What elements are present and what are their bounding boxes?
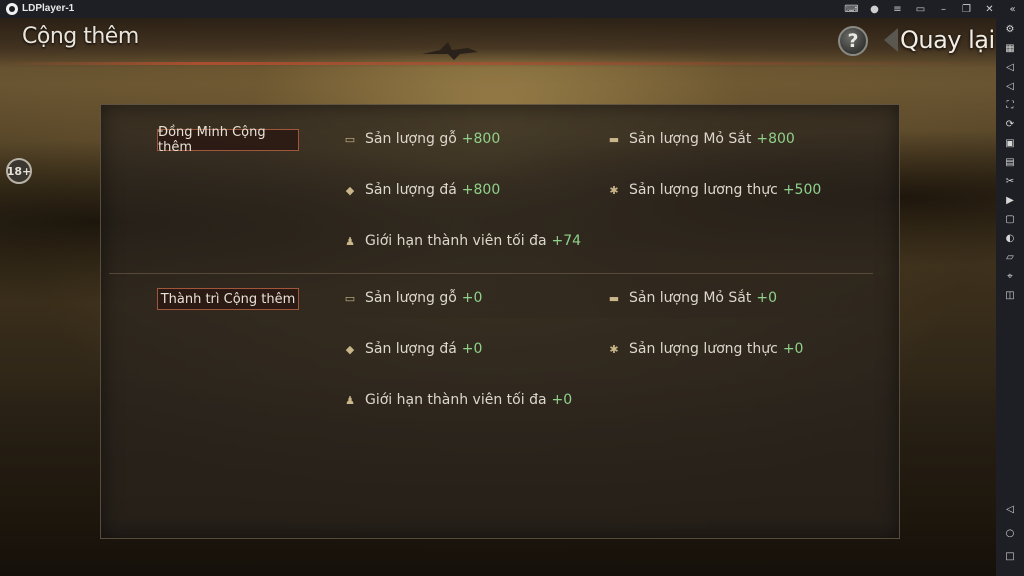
stat-value: +800	[756, 131, 795, 147]
section-label-alliance: Đồng Minh Cộng thêm	[157, 125, 299, 155]
emulator-side-toolbar: ⚙ ▦ ◁ ◁ ⛶ ⟳ ▣ ▤ ✂ ▶ ▢ ◐ ▱ ⌖ ◫ ◁ ○ □	[996, 18, 1024, 576]
question-icon: ?	[847, 30, 859, 52]
ldplayer-logo-icon	[6, 3, 18, 15]
stat-value: +0	[461, 341, 483, 357]
minimize-icon[interactable]: –	[932, 0, 955, 18]
stone-icon: ◆	[345, 183, 355, 197]
stat-label: Giới hạn thành viên tối đa	[365, 233, 547, 249]
back-button[interactable]: Quay lại	[884, 22, 995, 58]
screen-icon[interactable]: ▭	[909, 0, 932, 18]
operation-icon[interactable]: ◐	[1003, 231, 1017, 245]
stat-value: +0	[782, 341, 804, 357]
stat-label: Sản lượng lương thực	[629, 341, 778, 357]
wheat-icon: ✱	[609, 342, 619, 356]
section-label-castle: Thành trì Cộng thêm	[157, 288, 299, 310]
stat-alliance-stone: ◆ Sản lượng đá +800	[341, 179, 500, 201]
sync-icon[interactable]: ⟳	[1003, 117, 1017, 131]
stat-alliance-wood: ▭ Sản lượng gỗ +800	[341, 128, 500, 150]
stat-value: +0	[551, 392, 573, 408]
age-rating-badge: 18+	[6, 158, 32, 184]
stat-castle-stone: ◆ Sản lượng đá +0	[341, 338, 483, 360]
volume-up-icon[interactable]: ◁	[1003, 60, 1017, 74]
stat-label: Giới hạn thành viên tối đa	[365, 392, 547, 408]
resize-icon[interactable]: ⛶	[1003, 98, 1017, 112]
screenshot-icon[interactable]: ▢	[1003, 212, 1017, 226]
stat-label: Sản lượng Mỏ Sắt	[629, 290, 752, 306]
stat-alliance-iron: ▬ Sản lượng Mỏ Sắt +800	[605, 128, 795, 150]
volume-down-icon[interactable]: ◁	[1003, 79, 1017, 93]
stat-label: Sản lượng gỗ	[365, 131, 457, 147]
settings-icon[interactable]: ⚙	[1003, 22, 1017, 36]
stat-value: +0	[756, 290, 778, 306]
keyboard-icon[interactable]: ▦	[1003, 41, 1017, 55]
close-icon[interactable]: ✕	[978, 0, 1001, 18]
apk-icon[interactable]: ▣	[1003, 136, 1017, 150]
folder-icon[interactable]: ▱	[1003, 250, 1017, 264]
stat-castle-members: ♟ Giới hạn thành viên tối đa +0	[341, 389, 572, 411]
anvil-icon: ▬	[608, 132, 620, 146]
stat-label: Sản lượng lương thực	[629, 182, 778, 198]
stat-value: +800	[461, 182, 501, 198]
stat-label: Sản lượng Mỏ Sắt	[629, 131, 752, 147]
stat-value: +0	[461, 290, 483, 306]
help-button[interactable]: ?	[838, 26, 868, 56]
stat-alliance-members: ♟ Giới hạn thành viên tối đa +74	[341, 230, 581, 252]
stat-value: +500	[782, 182, 822, 198]
record-icon[interactable]: ▶	[1003, 193, 1017, 207]
stat-value: +74	[551, 233, 582, 249]
members-icon: ♟	[345, 234, 355, 248]
multi-instance-icon[interactable]: ▤	[1003, 155, 1017, 169]
emulator-title-bar: LDPlayer-1 ⌨ ● ≡ ▭ – ❐ ✕ «	[0, 0, 1024, 18]
home-nav-icon[interactable]: ○	[1003, 526, 1017, 540]
recent-apps-icon[interactable]: □	[1003, 549, 1017, 563]
stat-value: +800	[461, 131, 501, 147]
wood-icon: ▭	[344, 132, 356, 146]
top-banner-accent	[0, 62, 996, 65]
stat-label: Sản lượng gỗ	[365, 290, 457, 306]
page-title: Cộng thêm	[22, 24, 139, 49]
wood-icon: ▭	[344, 291, 356, 305]
stat-label: Sản lượng đá	[365, 341, 457, 357]
scissors-icon[interactable]: ✂	[1003, 174, 1017, 188]
stat-label: Sản lượng đá	[365, 182, 457, 198]
game-screen: Cộng thêm ? Quay lại 18+ Đồng Minh Cộng …	[0, 18, 996, 576]
stat-castle-wood: ▭ Sản lượng gỗ +0	[341, 287, 483, 309]
gamepad-icon[interactable]: ⌨	[840, 0, 863, 18]
location-icon[interactable]: ⌖	[1003, 269, 1017, 283]
members-icon: ♟	[345, 393, 355, 407]
collapse-sidebar-icon[interactable]: «	[1001, 0, 1024, 18]
shake-icon[interactable]: ◫	[1003, 288, 1017, 302]
back-nav-icon[interactable]: ◁	[1003, 502, 1017, 516]
section-divider	[109, 273, 873, 274]
dragon-silhouette-icon	[422, 42, 478, 60]
stone-icon: ◆	[345, 342, 355, 356]
anvil-icon: ▬	[608, 291, 620, 305]
bonus-panel: Đồng Minh Cộng thêm ▭ Sản lượng gỗ +800 …	[100, 104, 900, 539]
stat-castle-iron: ▬ Sản lượng Mỏ Sắt +0	[605, 287, 777, 309]
stat-castle-food: ✱ Sản lượng lương thực +0	[605, 338, 803, 360]
restore-icon[interactable]: ❐	[955, 0, 978, 18]
app-name: LDPlayer-1	[22, 3, 75, 14]
back-arrow-icon	[884, 28, 898, 52]
wheat-icon: ✱	[609, 183, 619, 197]
stat-alliance-food: ✱ Sản lượng lương thực +500	[605, 179, 821, 201]
menu-icon[interactable]: ≡	[886, 0, 909, 18]
back-button-label: Quay lại	[900, 26, 995, 54]
title-bar-controls: ⌨ ● ≡ ▭ – ❐ ✕ «	[840, 0, 1024, 18]
account-icon[interactable]: ●	[863, 0, 886, 18]
